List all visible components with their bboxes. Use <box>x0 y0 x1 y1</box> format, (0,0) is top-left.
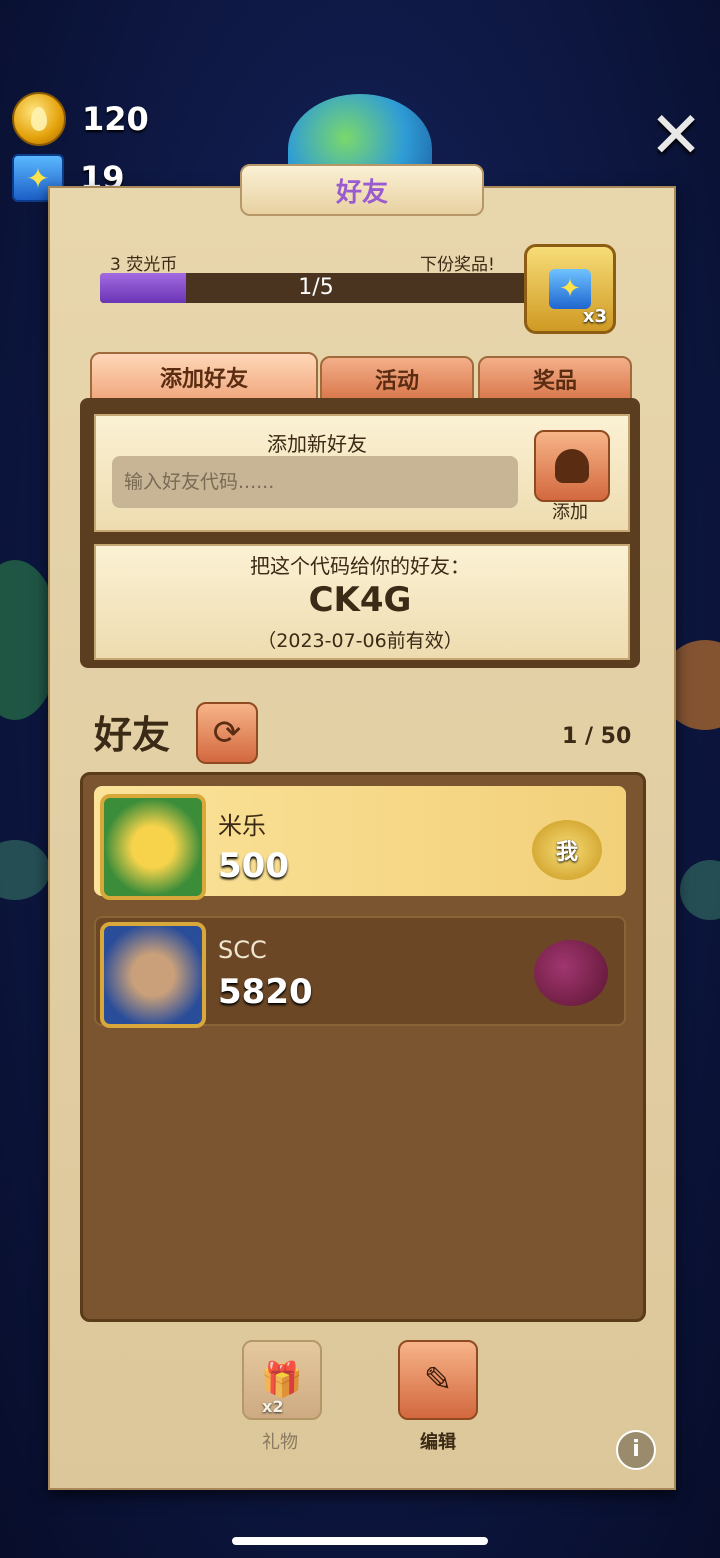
next-reward-button[interactable]: ✦ x3 <box>524 244 616 334</box>
me-badge: 我 <box>532 820 602 880</box>
share-code-title: 把这个代码给你的好友： <box>250 554 470 578</box>
progress-text: 1/5 <box>298 275 334 300</box>
tab-add-friend[interactable]: 添加好友 <box>90 352 318 402</box>
add-button-label: 添加 <box>552 502 588 523</box>
bg-leaf-right2 <box>680 860 720 920</box>
gift-icon: 🎁 <box>260 1360 304 1400</box>
coin-counter: 120 <box>12 92 149 146</box>
tab-prizes[interactable]: 奖品 <box>478 356 632 402</box>
progress-right-label: 下份奖品! <box>420 255 495 275</box>
pencil-icon: ✎ <box>423 1360 453 1400</box>
friend-name: 米乐 <box>218 812 266 840</box>
butterfly-icon: ✦ <box>549 269 591 309</box>
gift-multiplier: x2 <box>262 1397 284 1416</box>
owl-avatar <box>100 922 206 1028</box>
bg-leaf-left2 <box>0 840 50 900</box>
add-person-icon <box>555 449 589 483</box>
panel-title: 好友 <box>240 164 484 216</box>
tab-label: 活动 <box>374 369 419 394</box>
friends-title: 好友 <box>94 713 171 757</box>
coin-icon <box>12 92 66 146</box>
coin-value: 120 <box>82 100 149 138</box>
progress-bar: 1/5 <box>100 273 532 303</box>
tab-label: 奖品 <box>532 369 577 394</box>
friend-code-input[interactable]: 输入好友代码...... <box>112 456 518 508</box>
reward-multiplier: x3 <box>582 306 607 327</box>
gift-button[interactable]: 🎁 x2 <box>242 1340 322 1420</box>
add-friend-button[interactable] <box>534 430 610 502</box>
progress-left-label: 3 荧光币 <box>110 255 178 275</box>
friend-score: 5820 <box>218 972 313 1012</box>
edit-button[interactable]: ✎ <box>398 1340 478 1420</box>
add-friend-title: 添加新好友 <box>267 432 367 456</box>
refresh-icon: ⟳ <box>212 713 242 753</box>
friend-score: 500 <box>218 846 289 886</box>
friend-name: SCC <box>218 936 267 964</box>
gift-sack-icon[interactable] <box>534 940 608 1006</box>
tab-label: 添加好友 <box>159 367 248 392</box>
friend-count: 1 / 50 <box>562 724 632 749</box>
close-icon[interactable]: ✕ <box>646 104 706 168</box>
code-expiry: （2023-07-06前有效） <box>257 630 463 652</box>
gift-label: 礼物 <box>262 1432 298 1453</box>
tab-activity[interactable]: 活动 <box>320 356 474 402</box>
home-indicator[interactable] <box>232 1537 488 1545</box>
refresh-button[interactable]: ⟳ <box>196 702 258 764</box>
bee-avatar <box>100 794 206 900</box>
info-icon[interactable]: i <box>616 1430 656 1470</box>
edit-label: 编辑 <box>420 1432 456 1453</box>
friend-code: CK4G <box>308 580 412 620</box>
